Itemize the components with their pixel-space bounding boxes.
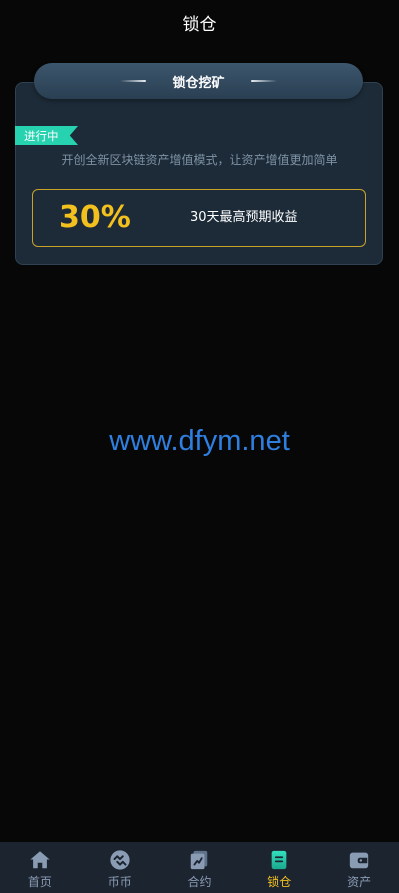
lock-mining-icon — [271, 850, 287, 870]
tab-contract[interactable]: 合约 — [160, 842, 240, 893]
title-decor-line-left — [120, 80, 147, 82]
home-icon — [30, 851, 50, 869]
yield-value: 30% — [59, 200, 131, 235]
tab-label: 锁仓 — [267, 875, 292, 889]
watermark-text: www.dfym.net — [109, 425, 290, 457]
title-decor-line-right — [250, 80, 277, 82]
wallet-icon — [349, 852, 369, 869]
yield-label: 30天最高预期收益 — [190, 210, 298, 225]
tab-label: 首页 — [27, 875, 52, 889]
page-title: 锁仓 — [182, 14, 217, 35]
bottom-tab-bar: 首页 币币 合约 锁仓 资产 — [0, 842, 399, 893]
tab-label: 币币 — [107, 875, 132, 889]
tab-assets[interactable]: 资产 — [319, 842, 399, 893]
lock-mining-page: 锁仓 锁仓挖矿 进行中 开创全新区块链资产增值模式，让资产增值更加简单 30% … — [0, 0, 399, 893]
status-label: 进行中 — [24, 128, 59, 143]
status-badge: 进行中 — [15, 126, 78, 145]
card-title: 锁仓挖矿 — [172, 75, 225, 91]
tab-home[interactable]: 首页 — [0, 842, 80, 893]
card-subtitle: 开创全新区块链资产增值模式，让资产增值更加简单 — [61, 153, 338, 167]
tab-label: 资产 — [347, 875, 372, 889]
page-header: 锁仓 — [0, 0, 399, 44]
tab-exchange[interactable]: 币币 — [80, 842, 160, 893]
card-title-pill: 锁仓挖矿 — [34, 63, 363, 99]
tab-label: 合约 — [187, 875, 212, 889]
contract-icon — [191, 850, 208, 870]
exchange-icon — [110, 850, 130, 870]
tab-lock-mining[interactable]: 锁仓 — [239, 842, 319, 893]
